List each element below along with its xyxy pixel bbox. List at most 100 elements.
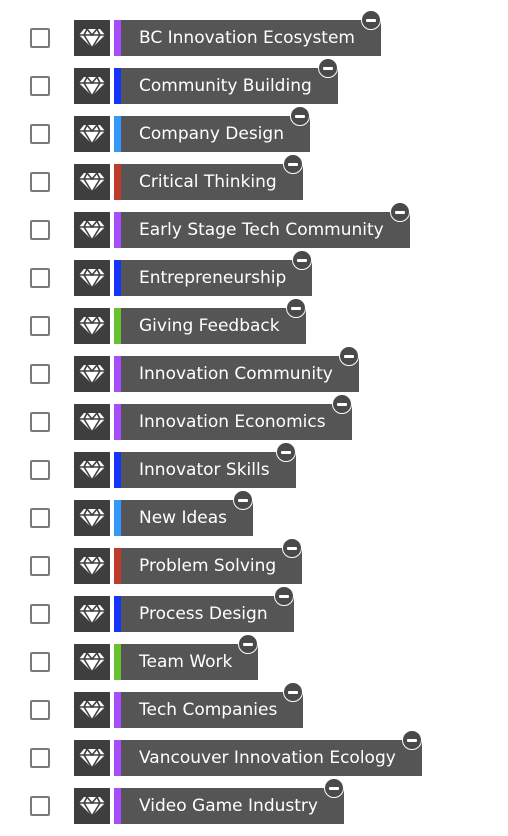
tag-row: Innovation Community xyxy=(0,346,508,394)
tag-label: Early Stage Tech Community xyxy=(139,220,384,240)
tag-chip[interactable]: Company Design xyxy=(121,116,310,152)
minus-icon xyxy=(395,210,405,214)
tag-label: Tech Companies xyxy=(139,700,278,720)
tag-row: Vancouver Innovation Ecology xyxy=(0,730,508,778)
minus-icon xyxy=(238,498,248,502)
remove-tag-button[interactable] xyxy=(286,298,306,318)
tag-row: Entrepreneurship xyxy=(0,250,508,298)
tag-color-stripe xyxy=(114,500,121,536)
tag-checkbox[interactable] xyxy=(30,364,50,384)
diamond-icon xyxy=(74,644,110,680)
minus-icon xyxy=(337,402,347,406)
tag-row: New Ideas xyxy=(0,490,508,538)
remove-tag-button[interactable] xyxy=(332,394,352,414)
tag-chip[interactable]: Innovation Community xyxy=(121,356,359,392)
tag-row: Community Building xyxy=(0,58,508,106)
tag-checkbox[interactable] xyxy=(30,556,50,576)
tag-chip[interactable]: BC Innovation Ecosystem xyxy=(121,20,381,56)
diamond-icon xyxy=(74,452,110,488)
tag-checkbox[interactable] xyxy=(30,268,50,288)
tag-chip[interactable]: Innovator Skills xyxy=(121,452,296,488)
diamond-icon xyxy=(74,548,110,584)
remove-tag-button[interactable] xyxy=(390,202,410,222)
tag-row: Innovator Skills xyxy=(0,442,508,490)
remove-tag-button[interactable] xyxy=(274,586,294,606)
remove-tag-button[interactable] xyxy=(283,682,303,702)
minus-icon xyxy=(295,114,305,118)
tag-color-stripe xyxy=(114,260,121,296)
remove-tag-button[interactable] xyxy=(339,346,359,366)
tag-chip[interactable]: Giving Feedback xyxy=(121,308,306,344)
minus-icon xyxy=(288,162,298,166)
remove-tag-button[interactable] xyxy=(324,778,344,798)
remove-tag-button[interactable] xyxy=(283,154,303,174)
tag-checkbox[interactable] xyxy=(30,748,50,768)
tag-checkbox[interactable] xyxy=(30,316,50,336)
tag-label: BC Innovation Ecosystem xyxy=(139,28,355,48)
remove-tag-button[interactable] xyxy=(290,106,310,126)
tag-chip[interactable]: New Ideas xyxy=(121,500,254,536)
minus-icon xyxy=(344,354,354,358)
tag-row: Video Game Industry xyxy=(0,778,508,826)
tag-label: New Ideas xyxy=(139,508,228,528)
diamond-icon xyxy=(74,404,110,440)
minus-icon xyxy=(407,738,417,742)
diamond-icon xyxy=(74,692,110,728)
remove-tag-button[interactable] xyxy=(282,538,302,558)
minus-icon xyxy=(243,642,253,646)
tag-label: Process Design xyxy=(139,604,268,624)
tag-chip[interactable]: Video Game Industry xyxy=(121,788,344,824)
diamond-icon xyxy=(74,212,110,248)
remove-tag-button[interactable] xyxy=(238,634,258,654)
tag-chip[interactable]: Innovation Economics xyxy=(121,404,352,440)
remove-tag-button[interactable] xyxy=(276,442,296,462)
remove-tag-button[interactable] xyxy=(233,490,253,510)
diamond-icon xyxy=(74,116,110,152)
tag-label: Video Game Industry xyxy=(139,796,318,816)
remove-tag-button[interactable] xyxy=(292,250,312,270)
tag-checkbox[interactable] xyxy=(30,604,50,624)
remove-tag-button[interactable] xyxy=(361,10,381,30)
tag-chip[interactable]: Critical Thinking xyxy=(121,164,303,200)
tag-chip[interactable]: Team Work xyxy=(121,644,259,680)
tag-color-stripe xyxy=(114,788,121,824)
tag-checkbox[interactable] xyxy=(30,796,50,816)
tag-checkbox[interactable] xyxy=(30,412,50,432)
tag-checkbox[interactable] xyxy=(30,508,50,528)
minus-icon xyxy=(288,690,298,694)
tag-checkbox[interactable] xyxy=(30,220,50,240)
tag-checkbox[interactable] xyxy=(30,460,50,480)
tag-chip[interactable]: Tech Companies xyxy=(121,692,304,728)
minus-icon xyxy=(297,258,307,262)
tag-color-stripe xyxy=(114,404,121,440)
tag-row: Tech Companies xyxy=(0,682,508,730)
tag-checkbox[interactable] xyxy=(30,76,50,96)
remove-tag-button[interactable] xyxy=(318,58,338,78)
tag-color-stripe xyxy=(114,20,121,56)
tag-color-stripe xyxy=(114,596,121,632)
tag-row: Early Stage Tech Community xyxy=(0,202,508,250)
tag-checkbox[interactable] xyxy=(30,172,50,192)
tag-checkbox[interactable] xyxy=(30,652,50,672)
remove-tag-button[interactable] xyxy=(402,730,422,750)
diamond-icon xyxy=(74,20,110,56)
minus-icon xyxy=(366,18,376,22)
tag-checkbox[interactable] xyxy=(30,124,50,144)
tag-checkbox[interactable] xyxy=(30,700,50,720)
tag-row: Process Design xyxy=(0,586,508,634)
tag-color-stripe xyxy=(114,740,121,776)
tag-chip[interactable]: Problem Solving xyxy=(121,548,303,584)
tag-chip[interactable]: Community Building xyxy=(121,68,338,104)
tag-chip[interactable]: Process Design xyxy=(121,596,294,632)
diamond-icon xyxy=(74,260,110,296)
tag-chip[interactable]: Vancouver Innovation Ecology xyxy=(121,740,422,776)
minus-icon xyxy=(291,306,301,310)
tag-checkbox[interactable] xyxy=(30,28,50,48)
tag-row: Problem Solving xyxy=(0,538,508,586)
tag-row: Team Work xyxy=(0,634,508,682)
diamond-icon xyxy=(74,596,110,632)
tag-chip[interactable]: Early Stage Tech Community xyxy=(121,212,410,248)
minus-icon xyxy=(323,66,333,70)
tag-label: Innovator Skills xyxy=(139,460,270,480)
tag-chip[interactable]: Entrepreneurship xyxy=(121,260,313,296)
